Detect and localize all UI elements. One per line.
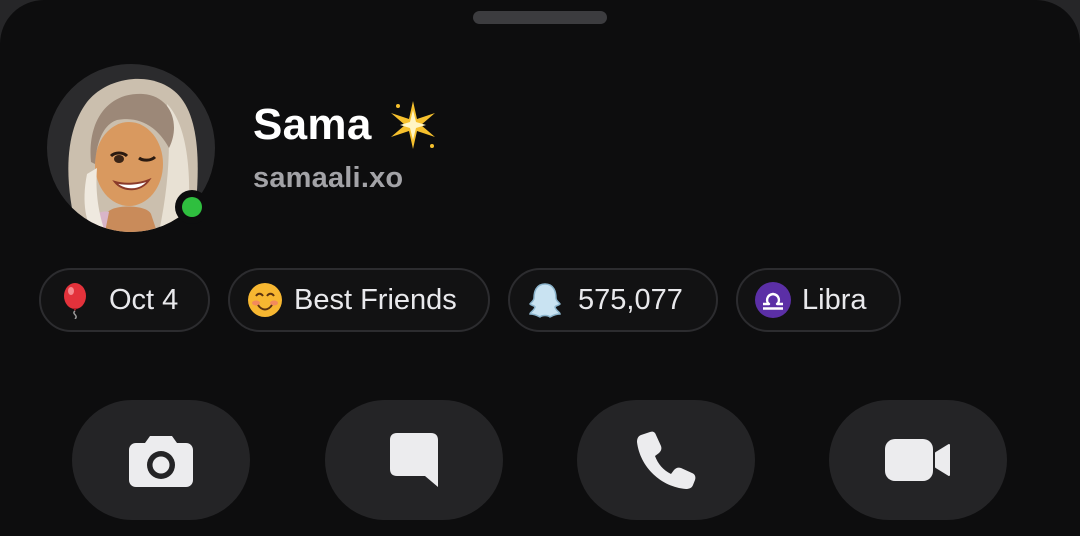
camera-icon [129, 436, 193, 487]
call-button[interactable] [577, 400, 755, 520]
birthday-chip[interactable]: Oct 4 [39, 268, 210, 332]
smiling-face-icon [248, 283, 282, 317]
avatar-container[interactable] [47, 64, 215, 232]
phone-icon [637, 431, 696, 489]
camera-button[interactable] [72, 400, 250, 520]
friendship-label: Best Friends [294, 283, 457, 316]
online-status-indicator [175, 190, 209, 224]
username: samaali.xo [253, 162, 404, 194]
sparkle-icon [390, 101, 435, 149]
chat-button[interactable] [325, 400, 503, 520]
ghost-icon [529, 283, 561, 318]
profile-sheet: Sama samaali.xo Oct 4 Best Friends 575,0… [0, 0, 1080, 536]
birthday-label: Oct 4 [109, 283, 179, 316]
profile-screen: Sama samaali.xo Oct 4 Best Friends 575,0… [0, 0, 1080, 536]
zodiac-chip[interactable]: Libra [736, 268, 901, 332]
video-camera-icon [885, 439, 950, 481]
display-name: Sama [253, 100, 372, 149]
zodiac-label: Libra [802, 283, 867, 316]
snapscore-chip[interactable]: 575,077 [508, 268, 718, 332]
libra-icon [755, 282, 791, 318]
video-call-button[interactable] [829, 400, 1007, 520]
sheet-drag-handle[interactable] [473, 11, 607, 24]
name-row: Sama [253, 98, 440, 152]
balloon-icon [64, 283, 86, 319]
chat-icon [390, 433, 438, 487]
snapscore-value: 575,077 [578, 283, 683, 316]
friendship-chip[interactable]: Best Friends [228, 268, 490, 332]
